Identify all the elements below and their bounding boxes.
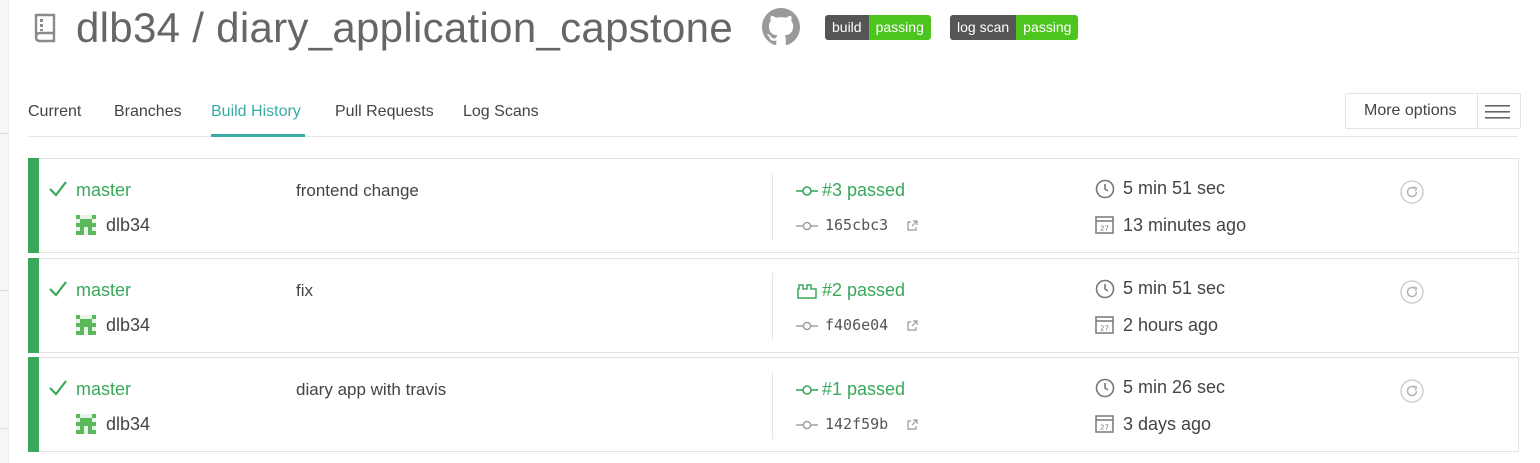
rail-divider [0, 133, 8, 134]
finished-time: 3 days ago [1123, 414, 1212, 434]
build-row[interactable]: master dlb34 diary app with travis #1 pa… [28, 357, 1519, 452]
tab-current[interactable]: Current [28, 103, 81, 121]
more-options-label: More options [1364, 102, 1457, 119]
commit-sha[interactable]: 142f59b [825, 415, 888, 433]
clock-icon [1095, 179, 1115, 199]
calendar-icon-text: 27 [1100, 325, 1109, 333]
external-link-icon[interactable] [906, 320, 918, 332]
calendar-icon-text: 27 [1100, 424, 1109, 432]
branch-name[interactable]: master [76, 379, 131, 400]
calendar-icon: 27 [1095, 216, 1114, 234]
external-link-icon[interactable] [906, 220, 918, 232]
build-number[interactable]: #2 passed [822, 280, 905, 301]
commit-message[interactable]: diary app with travis [296, 380, 446, 400]
active-tab-indicator [211, 134, 305, 137]
commit-message[interactable]: fix [296, 281, 313, 301]
repo-tabs: Current Branches Build History Pull Requ… [28, 92, 1518, 137]
branch-name[interactable]: master [76, 280, 131, 301]
restart-build-icon[interactable] [1400, 379, 1424, 403]
restart-build-icon[interactable] [1400, 180, 1424, 204]
badge-key: log scan [950, 15, 1017, 40]
commit-icon [796, 385, 818, 395]
repo-title: dlb34 / diary_application_capstone [76, 4, 733, 51]
tab-pull-requests[interactable]: Pull Requests [335, 103, 434, 121]
calendar-icon: 27 [1095, 415, 1114, 433]
avatar [76, 315, 96, 335]
badge-value: passing [868, 15, 931, 40]
build-duration: 5 min 26 sec [1123, 377, 1226, 397]
external-link-icon[interactable] [906, 419, 918, 431]
build-number[interactable]: #1 passed [822, 379, 905, 400]
author-name: dlb34 [106, 215, 151, 235]
avatar [76, 414, 96, 434]
check-icon [49, 380, 67, 396]
status-bar [28, 357, 39, 452]
build-status-badge[interactable]: build passing [825, 15, 931, 40]
author-name: dlb34 [106, 414, 151, 434]
rail-divider [0, 428, 8, 429]
finished-time: 2 hours ago [1123, 315, 1219, 335]
calendar-icon: 27 [1095, 316, 1114, 334]
check-icon [49, 181, 67, 197]
log-scan-badge[interactable]: log scan passing [950, 15, 1079, 40]
repo-icon [34, 13, 56, 43]
tab-build-history[interactable]: Build History [211, 103, 301, 121]
build-duration: 5 min 51 sec [1123, 178, 1226, 198]
tab-branches[interactable]: Branches [114, 103, 182, 121]
avatar [76, 215, 96, 235]
pull-request-icon [797, 284, 817, 299]
row-divider [772, 173, 773, 240]
clock-icon [1095, 279, 1115, 299]
commit-message[interactable]: frontend change [296, 181, 419, 201]
commit-icon [796, 186, 818, 196]
more-options-separator [1477, 94, 1478, 128]
repo-header: dlb34 / diary_application_capstone build… [28, 0, 1528, 60]
commit-icon [796, 221, 818, 231]
badge-value: passing [1016, 15, 1079, 40]
build-row[interactable]: master dlb34 frontend change #3 passed 1… [28, 158, 1519, 253]
hamburger-menu-icon[interactable] [1485, 105, 1510, 119]
calendar-icon-text: 27 [1100, 225, 1109, 233]
commit-icon [796, 420, 818, 430]
left-rail [0, 0, 9, 463]
clock-icon [1095, 378, 1115, 398]
build-row[interactable]: master dlb34 fix #2 passed f406e04 5 min… [28, 258, 1519, 353]
build-number[interactable]: #3 passed [822, 180, 905, 201]
commit-sha[interactable]: 165cbc3 [825, 216, 888, 234]
status-bar [28, 158, 39, 253]
github-icon[interactable] [762, 8, 800, 46]
commit-sha[interactable]: f406e04 [825, 316, 888, 334]
branch-name[interactable]: master [76, 180, 131, 201]
rail-divider [0, 290, 8, 291]
build-duration: 5 min 51 sec [1123, 278, 1226, 298]
commit-icon [796, 321, 818, 331]
row-divider [772, 372, 773, 439]
finished-time: 13 minutes ago [1123, 215, 1247, 235]
status-bar [28, 258, 39, 353]
restart-build-icon[interactable] [1400, 280, 1424, 304]
tab-log-scans[interactable]: Log Scans [463, 103, 539, 121]
check-icon [49, 281, 67, 297]
author-name: dlb34 [106, 315, 151, 335]
badge-key: build [825, 15, 869, 40]
row-divider [772, 273, 773, 340]
more-options-button[interactable]: More options [1345, 93, 1521, 129]
